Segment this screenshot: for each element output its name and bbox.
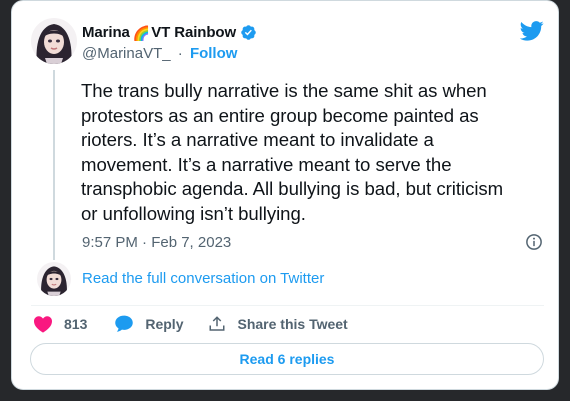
follow-link[interactable]: Follow — [190, 45, 238, 62]
author-name-row[interactable]: Marina 🌈 VT Rainbow — [82, 24, 257, 41]
reply-bubble-icon — [115, 315, 134, 332]
embedded-tweet-card: Marina 🌈 VT Rainbow @MarinaVT_ · Follow … — [11, 0, 559, 390]
like-button[interactable]: 813 — [33, 315, 87, 333]
author-name-suffix[interactable]: VT Rainbow — [151, 24, 236, 41]
author-display-name[interactable]: Marina — [82, 24, 130, 41]
share-label: Share this Tweet — [237, 315, 348, 332]
share-button[interactable]: Share this Tweet — [208, 315, 348, 333]
tweet-body-text: The trans bully narrative is the same sh… — [81, 80, 504, 224]
heart-icon — [34, 315, 52, 333]
handle-separator: · — [177, 45, 183, 62]
conversation-avatar[interactable] — [37, 262, 71, 296]
thread-connector-line — [53, 70, 55, 260]
rainbow-emoji-icon: 🌈 — [132, 24, 151, 41]
author-handle[interactable]: @MarinaVT_ — [82, 45, 171, 62]
reply-label: Reply — [145, 315, 184, 332]
info-icon[interactable] — [525, 233, 543, 251]
twitter-bird-icon[interactable] — [520, 21, 544, 41]
like-count: 813 — [64, 315, 88, 332]
share-upload-icon — [209, 315, 225, 331]
tweet-timestamp[interactable]: 9:57 PM · Feb 7, 2023 — [82, 234, 231, 251]
tweet-actions-bar: 813 Reply Share this Tweet — [33, 314, 374, 333]
read-conversation-link[interactable]: Read the full conversation on Twitter — [82, 270, 324, 287]
read-replies-button[interactable]: Read 6 replies — [30, 343, 544, 375]
actions-divider — [31, 305, 544, 306]
reply-button[interactable]: Reply — [114, 314, 183, 333]
author-handle-row: @MarinaVT_ · Follow — [82, 45, 237, 62]
verified-badge-icon — [241, 25, 256, 40]
author-avatar[interactable] — [31, 18, 77, 64]
